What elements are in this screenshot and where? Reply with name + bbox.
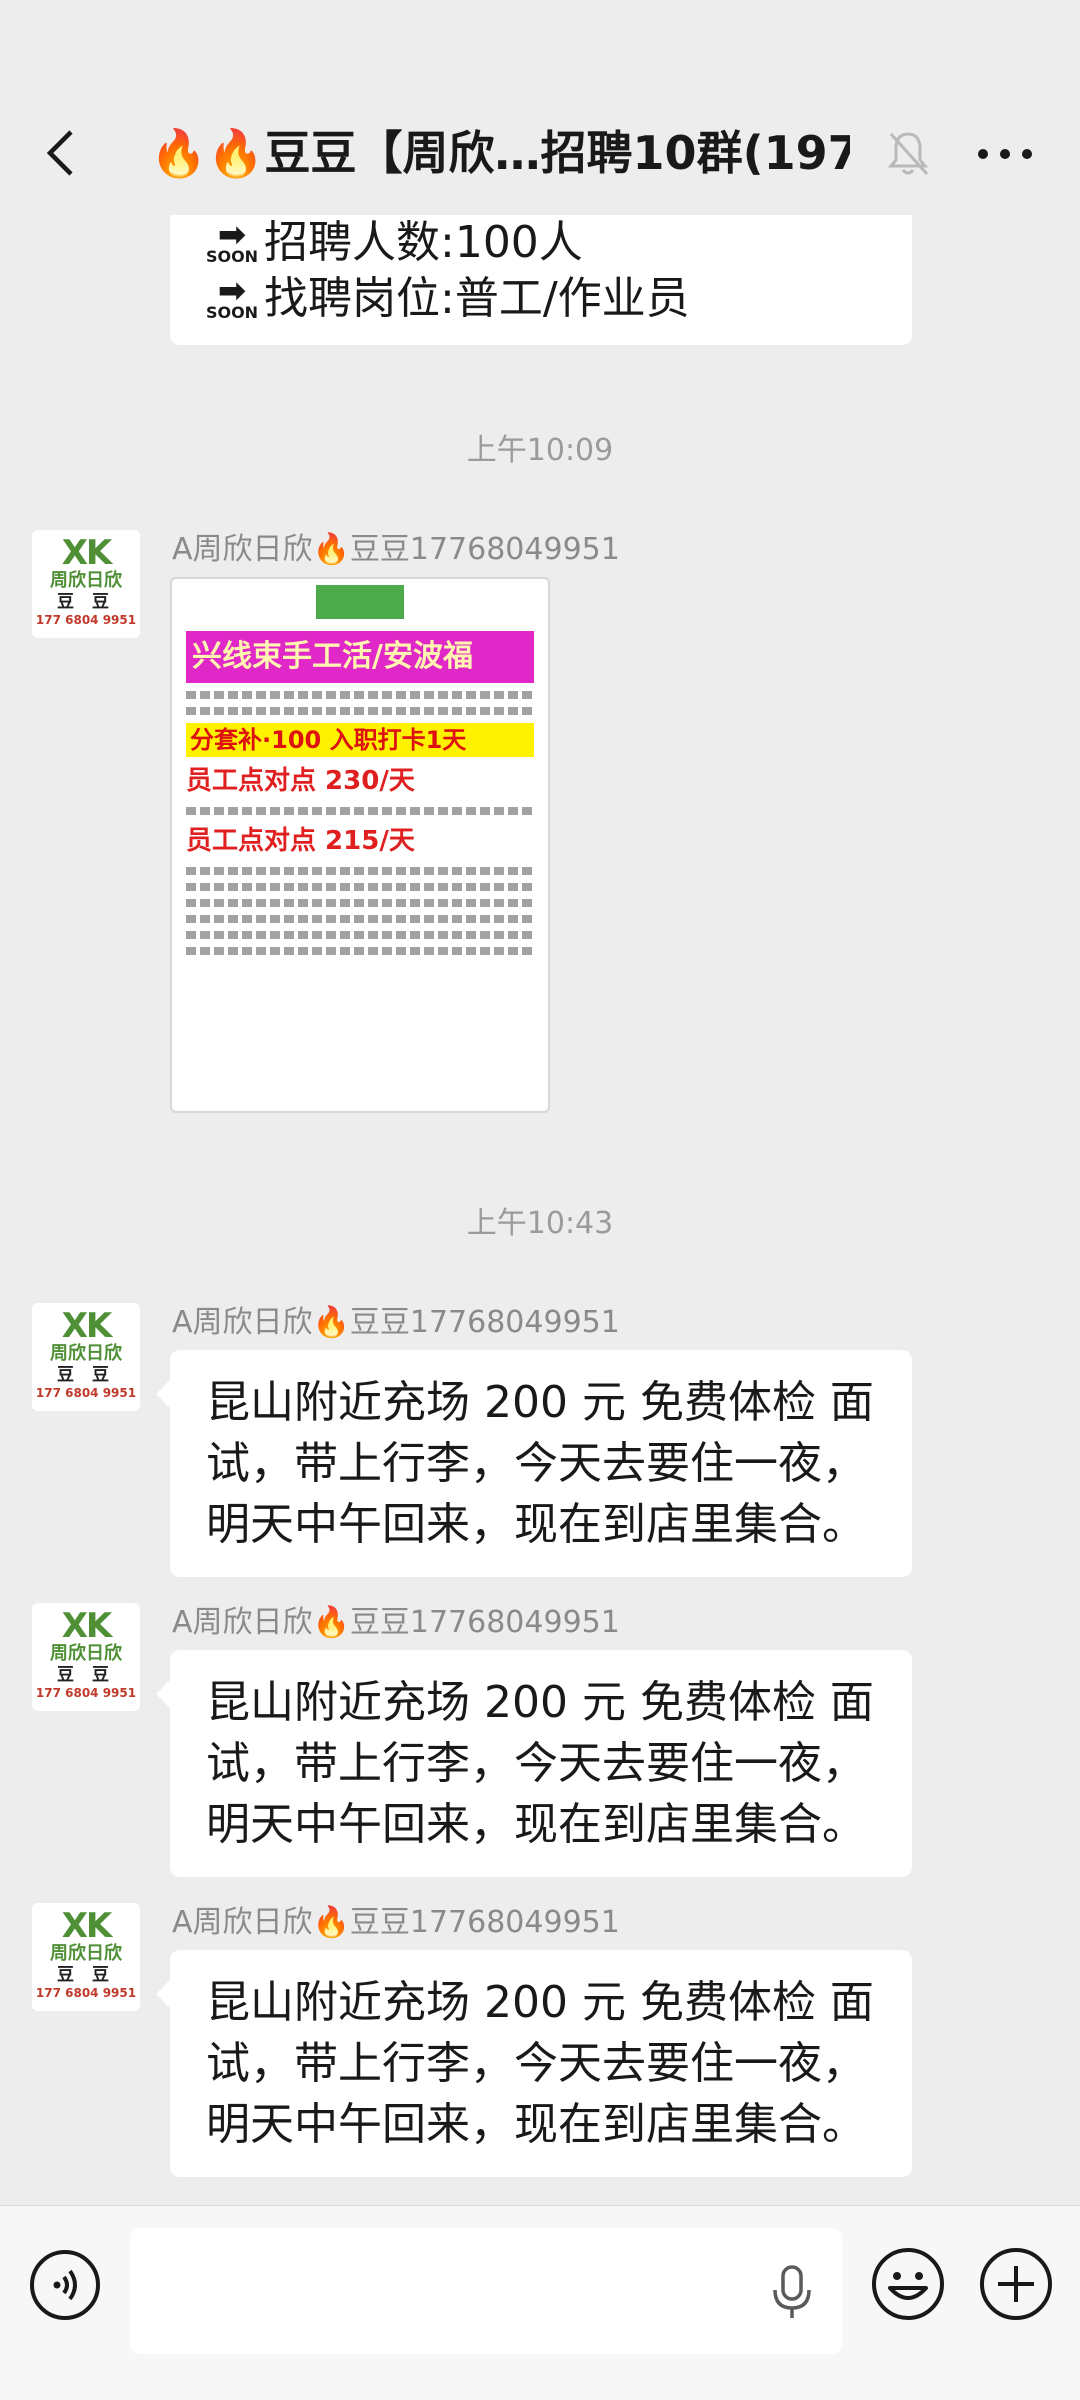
poster-wage: 员工点对点 230/天 xyxy=(186,766,415,796)
timestamp: 上午10:09 xyxy=(466,433,614,468)
plus-circle-icon xyxy=(980,2248,1052,2320)
avatar[interactable]: XK 周欣日欣 豆 豆 177 6804 9951 xyxy=(32,530,140,638)
message-bubble[interactable]: ➡ SOON 招聘人数:100人 ➡ SOON 找聘岗位:普工/作业员 xyxy=(170,215,912,345)
voice-wave-icon xyxy=(30,2250,100,2320)
message-input[interactable] xyxy=(130,2228,842,2354)
chevron-left-icon xyxy=(46,130,73,176)
poster-highlight: 分套补·100 入职打卡1天 xyxy=(186,723,534,757)
chat-title: 🔥🔥豆豆【周欣…招聘10群(197) xyxy=(150,126,850,180)
sender-name: A周欣日欣🔥豆豆17768049951 xyxy=(172,1305,620,1340)
poster-headline: 兴线束手工活/安波福 xyxy=(186,631,534,683)
smiley-face-icon xyxy=(872,2248,944,2320)
message-bubble[interactable]: 昆山附近充场 200 元 免费体检 面试，带上行李，今天去要住一夜，明天中午回来… xyxy=(156,1950,912,2177)
emoji-button[interactable] xyxy=(870,2246,946,2322)
poster-wage: 员工点对点 215/天 xyxy=(186,826,415,856)
more-options-button[interactable] xyxy=(970,130,1040,178)
sender-name: A周欣日欣🔥豆豆17768049951 xyxy=(172,1905,620,1940)
back-button[interactable] xyxy=(30,118,90,188)
message-line: ➡ SOON 找聘岗位:普工/作业员 xyxy=(205,271,690,324)
soon-arrow-icon: ➡ SOON xyxy=(205,271,259,322)
timestamp: 上午10:43 xyxy=(466,1206,614,1241)
sender-name: A周欣日欣🔥豆豆17768049951 xyxy=(172,1605,620,1640)
avatar[interactable]: XK 周欣日欣 豆 豆 177 6804 9951 xyxy=(32,1603,140,1711)
more-functions-button[interactable] xyxy=(978,2246,1054,2322)
message-bubble[interactable]: 昆山附近充场 200 元 免费体检 面试，带上行李，今天去要住一夜，明天中午回来… xyxy=(156,1350,912,1577)
input-toolbar xyxy=(0,2205,1080,2400)
voice-mode-button[interactable] xyxy=(28,2248,102,2322)
soon-arrow-icon: ➡ SOON xyxy=(205,215,259,266)
message-bubble[interactable]: 昆山附近充场 200 元 免费体检 面试，带上行李，今天去要住一夜，明天中午回来… xyxy=(156,1650,912,1877)
avatar[interactable]: XK 周欣日欣 豆 豆 177 6804 9951 xyxy=(32,1903,140,2011)
microphone-icon[interactable] xyxy=(770,2264,814,2320)
chat-header: 🔥🔥豆豆【周欣…招聘10群(197) xyxy=(0,0,1080,215)
poster-logo xyxy=(316,585,404,619)
muted-bell-icon xyxy=(885,128,931,178)
message-list[interactable]: ➡ SOON 招聘人数:100人 ➡ SOON 找聘岗位:普工/作业员 上午10:0… xyxy=(0,215,1080,2205)
sender-name: A周欣日欣🔥豆豆17768049951 xyxy=(172,532,620,567)
recruitment-poster-image[interactable]: 兴线束手工活/安波福 分套补·100 入职打卡1天 员工点对点 230/天 员工… xyxy=(170,577,550,1113)
message-line: ➡ SOON 招聘人数:100人 xyxy=(205,215,583,268)
more-dots-icon xyxy=(978,149,1032,159)
avatar[interactable]: XK 周欣日欣 豆 豆 177 6804 9951 xyxy=(32,1303,140,1411)
